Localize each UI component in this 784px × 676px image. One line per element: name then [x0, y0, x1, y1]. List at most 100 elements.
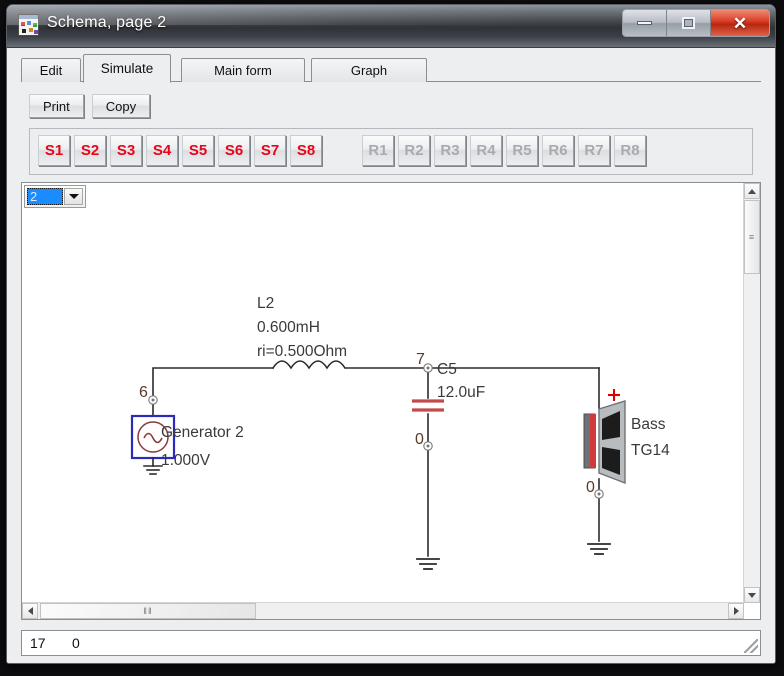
simulation-button-panel: S1 S2 S3 S4 S5 S6 S7 S8 R1 R2 R3 R4 R5 R… — [29, 128, 753, 175]
print-button[interactable]: Print — [29, 94, 84, 118]
scroll-right-button[interactable] — [728, 603, 744, 619]
sim-button-r5-label: R5 — [512, 142, 532, 159]
scroll-up-button[interactable] — [744, 183, 760, 199]
page-selector[interactable]: 2 — [24, 185, 86, 208]
label-inductor-name: L2 — [257, 295, 274, 312]
sim-button-s8-label: S8 — [296, 142, 316, 159]
window-controls: ✕ — [622, 9, 770, 37]
tab-simulate[interactable]: Simulate — [83, 54, 171, 83]
copy-button-label: Copy — [105, 98, 137, 114]
tab-edit[interactable]: Edit — [21, 58, 81, 82]
window-title: Schema, page 2 — [47, 14, 167, 31]
sim-button-r8[interactable]: R8 — [614, 135, 646, 166]
minimize-button[interactable] — [623, 10, 667, 36]
sim-button-s6-label: S6 — [224, 142, 244, 159]
simulation-button-row: S1 S2 S3 S4 S5 S6 S7 S8 R1 R2 R3 R4 R5 R… — [38, 135, 646, 166]
sim-button-r7[interactable]: R7 — [578, 135, 610, 166]
sim-button-s8[interactable]: S8 — [290, 135, 322, 166]
sim-button-r2[interactable]: R2 — [398, 135, 430, 166]
sim-button-s6[interactable]: S6 — [218, 135, 250, 166]
close-button[interactable]: ✕ — [711, 10, 769, 36]
sim-button-s5[interactable]: S5 — [182, 135, 214, 166]
sim-button-s5-label: S5 — [188, 142, 208, 159]
status-bar: 17 0 — [21, 630, 761, 656]
schematic-drawing: Generator 2 1.000V L2 0.600mH ri=0.500Oh… — [130, 295, 670, 570]
tab-main-form-label: Main form — [214, 63, 272, 78]
sim-button-r1[interactable]: R1 — [362, 135, 394, 166]
application-window: Schema, page 2 ✕ Edit Simulate Main form… — [6, 4, 776, 664]
maximize-button[interactable] — [667, 10, 711, 36]
sim-button-r8-label: R8 — [620, 142, 640, 159]
label-speaker-value: TG14 — [631, 442, 670, 459]
copy-button[interactable]: Copy — [91, 94, 151, 118]
chevron-down-icon[interactable] — [64, 188, 83, 205]
tab-simulate-label: Simulate — [100, 61, 154, 76]
maximize-icon — [682, 17, 695, 29]
scroll-down-button[interactable] — [744, 587, 760, 603]
minimize-icon — [637, 21, 652, 25]
node-label-0a: 0 — [415, 431, 424, 448]
label-capacitor-value: 12.0uF — [437, 384, 485, 401]
sim-button-r7-label: R7 — [584, 142, 604, 159]
label-generator-value: 1.000V — [161, 452, 211, 469]
app-schema-icon — [18, 14, 39, 36]
ground-symbol-capacitor — [416, 558, 440, 570]
sim-button-s4[interactable]: S4 — [146, 135, 178, 166]
sim-button-r5[interactable]: R5 — [506, 135, 538, 166]
tab-graph-label: Graph — [350, 63, 388, 78]
status-cell-1: 17 — [30, 635, 46, 651]
tab-main-form[interactable]: Main form — [181, 58, 305, 82]
label-speaker-name: Bass — [631, 416, 666, 433]
sim-button-s7[interactable]: S7 — [254, 135, 286, 166]
status-cell-2: 0 — [72, 635, 80, 651]
vertical-scrollbar-thumb[interactable]: ≡ — [744, 200, 760, 274]
sim-button-s1-label: S1 — [44, 142, 64, 159]
close-icon: ✕ — [732, 13, 748, 33]
scroll-down-icon — [748, 592, 756, 598]
sim-button-s7-label: S7 — [260, 142, 280, 159]
node-label-6: 6 — [139, 384, 148, 401]
node-label-0b: 0 — [586, 479, 595, 496]
scroll-grip-icon: ‖‖ — [143, 605, 153, 616]
sim-button-s1[interactable]: S1 — [38, 135, 70, 166]
sim-button-s4-label: S4 — [152, 142, 172, 159]
sim-button-s2-label: S2 — [80, 142, 100, 159]
sim-button-r2-label: R2 — [404, 142, 424, 159]
capacitor-symbol — [412, 399, 444, 412]
scroll-up-icon — [748, 188, 756, 194]
tab-strip: Edit Simulate Main form Graph — [21, 54, 761, 83]
scroll-left-icon — [27, 607, 33, 615]
resize-grip-icon[interactable] — [744, 639, 758, 653]
sim-button-r6[interactable]: R6 — [542, 135, 574, 166]
tab-graph[interactable]: Graph — [311, 58, 427, 82]
sim-button-r3[interactable]: R3 — [434, 135, 466, 166]
ground-symbol-speaker — [587, 543, 611, 555]
wire-source-to-inductor — [152, 367, 274, 397]
title-bar[interactable]: Schema, page 2 ✕ — [7, 5, 775, 48]
sim-button-s3-label: S3 — [116, 142, 136, 159]
sim-button-r6-label: R6 — [548, 142, 568, 159]
sim-button-r3-label: R3 — [440, 142, 460, 159]
node-label-7: 7 — [416, 351, 425, 368]
schematic-canvas[interactable]: Generator 2 1.000V L2 0.600mH ri=0.500Oh… — [24, 211, 743, 602]
tab-edit-label: Edit — [39, 63, 63, 78]
toolbar-print-copy: Print Copy — [29, 94, 151, 118]
sim-button-s3[interactable]: S3 — [110, 135, 142, 166]
sim-button-s2[interactable]: S2 — [74, 135, 106, 166]
vertical-scrollbar[interactable]: ≡ — [743, 183, 760, 603]
scroll-right-icon — [733, 607, 739, 615]
sim-button-r4[interactable]: R4 — [470, 135, 502, 166]
scroll-grip-icon: ≡ — [748, 231, 756, 242]
label-generator-name: Generator 2 — [161, 424, 244, 441]
horizontal-scrollbar-thumb[interactable]: ‖‖ — [40, 603, 256, 619]
sim-button-r4-label: R4 — [476, 142, 496, 159]
client-area: Edit Simulate Main form Graph Print Copy… — [7, 48, 775, 663]
page-selector-value[interactable]: 2 — [27, 188, 63, 205]
loudspeaker-symbol — [583, 400, 626, 485]
polarity-plus-icon — [608, 389, 620, 401]
horizontal-scrollbar[interactable]: ‖‖ — [22, 602, 744, 619]
inductor-coil-icon — [271, 360, 347, 370]
label-inductor-value: 0.600mH — [257, 319, 320, 336]
scroll-left-button[interactable] — [22, 603, 38, 619]
print-button-label: Print — [43, 98, 70, 114]
